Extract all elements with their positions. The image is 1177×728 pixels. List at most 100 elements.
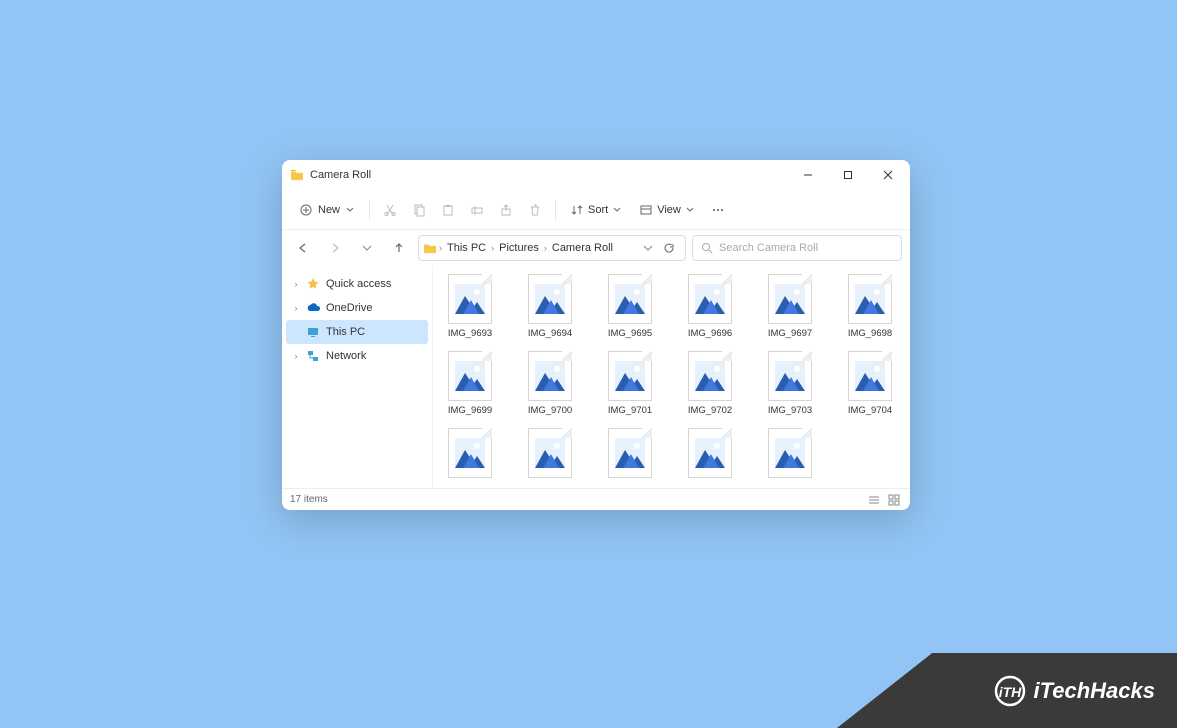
- chevron-down-icon[interactable]: [643, 244, 653, 252]
- file-label: IMG_9704: [848, 405, 892, 416]
- toolbar: New Sort View: [282, 190, 910, 230]
- search-input[interactable]: Search Camera Roll: [692, 235, 902, 261]
- svg-text:iTH: iTH: [998, 684, 1021, 700]
- file-item[interactable]: IMG_9693: [439, 274, 501, 339]
- file-label: IMG_9699: [448, 405, 492, 416]
- file-item[interactable]: [519, 428, 581, 482]
- file-item[interactable]: IMG_9694: [519, 274, 581, 339]
- brand-name: iTechHacks: [1034, 678, 1155, 704]
- image-file-icon: [448, 274, 492, 324]
- image-file-icon: [688, 274, 732, 324]
- view-button[interactable]: View: [632, 200, 702, 220]
- address-bar[interactable]: › This PC › Pictures › Camera Roll: [418, 235, 686, 261]
- image-file-icon: [528, 428, 572, 478]
- sidebar-item-label: Quick access: [326, 278, 391, 290]
- brand-banner: iTH iTechHacks: [837, 653, 1177, 728]
- chevron-right-icon: ›: [439, 243, 442, 253]
- recent-button[interactable]: [354, 235, 380, 261]
- view-icon: [640, 204, 652, 216]
- maximize-button[interactable]: [828, 160, 868, 190]
- sidebar-item-network[interactable]: › Network: [286, 344, 428, 368]
- sidebar-item-quick-access[interactable]: › Quick access: [286, 272, 428, 296]
- file-label: IMG_9703: [768, 405, 812, 416]
- delete-icon[interactable]: [522, 197, 548, 223]
- breadcrumb-camera-roll[interactable]: Camera Roll: [549, 240, 616, 256]
- breadcrumb-this-pc[interactable]: This PC: [444, 240, 489, 256]
- file-item[interactable]: [759, 428, 821, 482]
- more-icon[interactable]: [705, 197, 731, 223]
- star-icon: [306, 277, 320, 291]
- share-icon[interactable]: [493, 197, 519, 223]
- file-item[interactable]: [439, 428, 501, 482]
- file-label: IMG_9695: [608, 328, 652, 339]
- file-label: IMG_9693: [448, 328, 492, 339]
- file-item[interactable]: IMG_9699: [439, 351, 501, 416]
- folder-icon: [423, 242, 437, 254]
- image-file-icon: [528, 274, 572, 324]
- file-label: IMG_9701: [608, 405, 652, 416]
- search-icon: [701, 242, 713, 254]
- toolbar-separator: [555, 200, 556, 220]
- chevron-right-icon: ›: [544, 243, 547, 253]
- thumbnails-view-icon[interactable]: [886, 492, 902, 508]
- up-button[interactable]: [386, 235, 412, 261]
- status-bar: 17 items: [282, 488, 910, 510]
- sort-icon: [571, 204, 583, 216]
- sort-button[interactable]: Sort: [563, 200, 629, 220]
- file-item[interactable]: IMG_9697: [759, 274, 821, 339]
- file-item[interactable]: IMG_9701: [599, 351, 661, 416]
- explorer-window: Camera Roll New Sort View: [282, 160, 910, 510]
- file-item[interactable]: IMG_9700: [519, 351, 581, 416]
- image-file-icon: [768, 428, 812, 478]
- titlebar: Camera Roll: [282, 160, 910, 190]
- paste-icon[interactable]: [435, 197, 461, 223]
- chevron-right-icon: ›: [292, 303, 300, 313]
- chevron-down-icon: [613, 206, 621, 214]
- file-item[interactable]: IMG_9703: [759, 351, 821, 416]
- cut-icon[interactable]: [377, 197, 403, 223]
- file-item[interactable]: IMG_9696: [679, 274, 741, 339]
- sidebar-item-this-pc[interactable]: This PC: [286, 320, 428, 344]
- image-file-icon: [528, 351, 572, 401]
- file-item[interactable]: [599, 428, 661, 482]
- image-file-icon: [688, 351, 732, 401]
- window-controls: [788, 160, 908, 190]
- copy-icon[interactable]: [406, 197, 432, 223]
- file-item[interactable]: [679, 428, 741, 482]
- image-file-icon: [608, 428, 652, 478]
- sidebar-item-label: OneDrive: [326, 302, 372, 314]
- address-right: [643, 242, 681, 254]
- sort-label: Sort: [588, 204, 608, 216]
- chevron-right-icon: ›: [292, 279, 300, 289]
- folder-icon: [290, 169, 304, 181]
- file-item[interactable]: IMG_9698: [839, 274, 901, 339]
- image-file-icon: [608, 274, 652, 324]
- back-button[interactable]: [290, 235, 316, 261]
- breadcrumb-pictures[interactable]: Pictures: [496, 240, 542, 256]
- sidebar-item-onedrive[interactable]: › OneDrive: [286, 296, 428, 320]
- sidebar: › Quick access › OneDrive This PC › Netw…: [282, 266, 432, 488]
- file-label: IMG_9700: [528, 405, 572, 416]
- toolbar-separator: [369, 200, 370, 220]
- new-button[interactable]: New: [292, 200, 362, 220]
- file-item[interactable]: IMG_9704: [839, 351, 901, 416]
- file-label: IMG_9698: [848, 328, 892, 339]
- rename-icon[interactable]: [464, 197, 490, 223]
- file-item[interactable]: IMG_9702: [679, 351, 741, 416]
- main-area: › Quick access › OneDrive This PC › Netw…: [282, 266, 910, 488]
- details-view-icon[interactable]: [866, 492, 882, 508]
- forward-button[interactable]: [322, 235, 348, 261]
- refresh-icon[interactable]: [663, 242, 675, 254]
- file-item[interactable]: IMG_9695: [599, 274, 661, 339]
- minimize-button[interactable]: [788, 160, 828, 190]
- cloud-icon: [306, 301, 320, 315]
- file-grid: IMG_9693 IMG_9694 IMG_9695 IMG_9696 IMG_…: [439, 274, 904, 482]
- sidebar-item-label: This PC: [326, 326, 365, 338]
- search-placeholder: Search Camera Roll: [719, 242, 818, 254]
- chevron-down-icon: [686, 206, 694, 214]
- close-button[interactable]: [868, 160, 908, 190]
- file-pane[interactable]: IMG_9693 IMG_9694 IMG_9695 IMG_9696 IMG_…: [432, 266, 910, 488]
- status-item-count: 17 items: [290, 494, 328, 505]
- plus-circle-icon: [300, 204, 312, 216]
- file-label: IMG_9702: [688, 405, 732, 416]
